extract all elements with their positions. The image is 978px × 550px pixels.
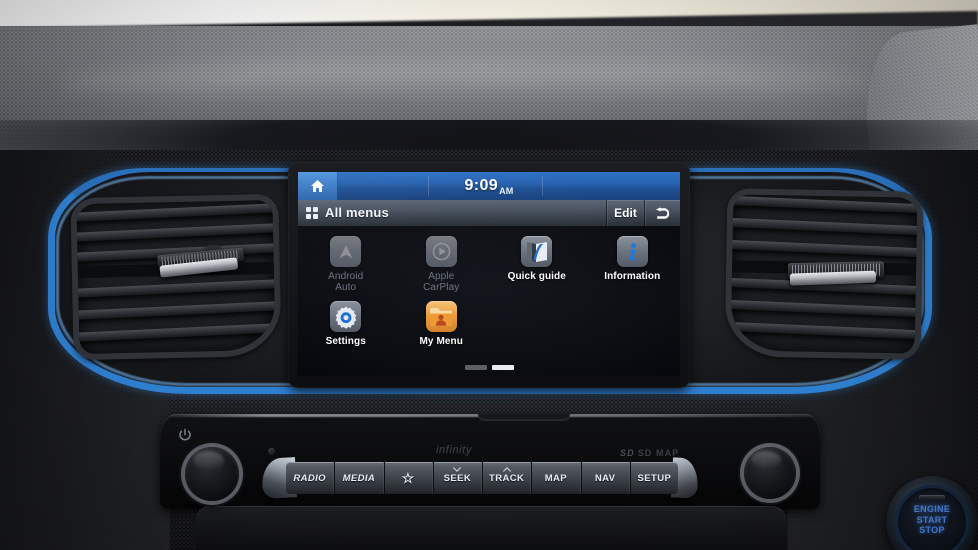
app-label-line1: Apple bbox=[428, 271, 455, 282]
grid-icon bbox=[306, 206, 318, 219]
track-button[interactable]: TRACK bbox=[482, 462, 532, 494]
title-bar: All menus Edit bbox=[298, 200, 680, 226]
page-dot-1[interactable] bbox=[464, 365, 487, 370]
media-button[interactable]: MEDIA bbox=[334, 462, 384, 494]
app-slot-empty-1 bbox=[489, 301, 585, 347]
app-label-line2: CarPlay bbox=[423, 282, 460, 293]
app-apple-carplay[interactable]: Apple CarPlay bbox=[394, 236, 490, 293]
back-arrow-icon bbox=[655, 206, 669, 219]
seek-button-label: SEEK bbox=[443, 472, 472, 484]
apple-carplay-icon bbox=[425, 236, 457, 267]
quick-guide-icon bbox=[521, 236, 553, 267]
dashboard-highlight bbox=[60, 62, 880, 102]
page-title: All menus bbox=[325, 205, 389, 220]
star-icon: ☆ bbox=[401, 470, 415, 486]
air-vent-right[interactable] bbox=[724, 188, 924, 360]
air-vent-left[interactable] bbox=[70, 193, 282, 361]
favorites-star-button[interactable]: ☆ bbox=[383, 462, 433, 494]
engine-button-label: ENGINE START STOP bbox=[895, 504, 969, 536]
nav-button[interactable]: NAV bbox=[580, 462, 630, 494]
app-label: Quick guide bbox=[507, 271, 566, 282]
app-label: Apple CarPlay bbox=[423, 271, 459, 293]
chevron-down-icon bbox=[453, 467, 462, 472]
edit-button[interactable]: Edit bbox=[606, 200, 644, 226]
app-information[interactable]: Information bbox=[585, 236, 681, 293]
setup-button[interactable]: SETUP bbox=[629, 462, 678, 494]
seek-button[interactable]: SEEK bbox=[432, 462, 482, 494]
car-dashboard-screenshot: 9:09 AM All menus Edit Android Auto Appl… bbox=[0, 0, 978, 550]
app-label-line2: Auto bbox=[335, 282, 357, 293]
track-button-label: TRACK bbox=[489, 472, 525, 484]
infotainment-screen-housing: 9:09 AM All menus Edit Android Auto Appl… bbox=[288, 162, 690, 388]
clock: 9:09 AM bbox=[298, 172, 680, 200]
lower-console-strip bbox=[196, 506, 786, 550]
audio-brand-label: infinity bbox=[436, 444, 472, 456]
app-label: My Menu bbox=[419, 336, 463, 347]
clock-meridiem: AM bbox=[499, 186, 514, 196]
infotainment-screen[interactable]: 9:09 AM All menus Edit Android Auto Appl… bbox=[298, 172, 680, 376]
app-row-2: Settings My Menu bbox=[298, 301, 680, 347]
radio-button[interactable]: RADIO bbox=[286, 462, 335, 494]
clock-time: 9:09 bbox=[464, 177, 499, 194]
engine-label-line3: STOP bbox=[919, 525, 945, 535]
back-button[interactable] bbox=[644, 200, 680, 226]
app-label: Android Auto bbox=[328, 271, 363, 293]
sd-card-slot[interactable] bbox=[478, 414, 570, 421]
air-vent-left-slats bbox=[70, 200, 282, 354]
tune-knob[interactable] bbox=[744, 447, 796, 499]
app-android-auto[interactable]: Android Auto bbox=[298, 236, 394, 293]
information-icon bbox=[616, 236, 648, 267]
sd-logo: SD bbox=[620, 448, 635, 458]
chevron-up-icon bbox=[502, 467, 511, 472]
app-grid: Android Auto Apple CarPlay Quick guide I… bbox=[298, 226, 680, 376]
android-auto-icon bbox=[330, 236, 362, 267]
app-slot-empty-2 bbox=[585, 301, 681, 347]
map-button[interactable]: MAP bbox=[531, 462, 581, 494]
app-row-1: Android Auto Apple CarPlay Quick guide I… bbox=[298, 236, 680, 293]
settings-gear-icon bbox=[330, 301, 362, 332]
page-indicator[interactable] bbox=[298, 365, 680, 370]
engine-start-stop-button[interactable]: ENGINE START STOP bbox=[886, 476, 978, 550]
app-label: Information bbox=[604, 271, 661, 282]
engine-label-line1: ENGINE bbox=[913, 504, 951, 514]
hardware-button-strip: RADIO MEDIA ☆ SEEK TRACK MAP NAV SETUP bbox=[286, 462, 678, 494]
my-menu-icon bbox=[425, 301, 457, 332]
microphone-hole bbox=[268, 448, 275, 455]
page-dot-2[interactable] bbox=[491, 365, 514, 370]
engine-label-line2: START bbox=[916, 514, 948, 525]
app-settings[interactable]: Settings bbox=[298, 301, 394, 347]
app-label-line1: Android bbox=[328, 271, 364, 282]
sd-map-label: SD SD MAP bbox=[620, 448, 679, 458]
status-bar: 9:09 AM bbox=[298, 172, 680, 200]
engine-button-slot bbox=[919, 495, 945, 500]
power-volume-knob[interactable] bbox=[185, 447, 239, 501]
power-icon bbox=[179, 428, 191, 441]
app-my-menu[interactable]: My Menu bbox=[394, 301, 490, 347]
app-label: Settings bbox=[325, 336, 366, 347]
app-quick-guide[interactable]: Quick guide bbox=[489, 236, 585, 293]
